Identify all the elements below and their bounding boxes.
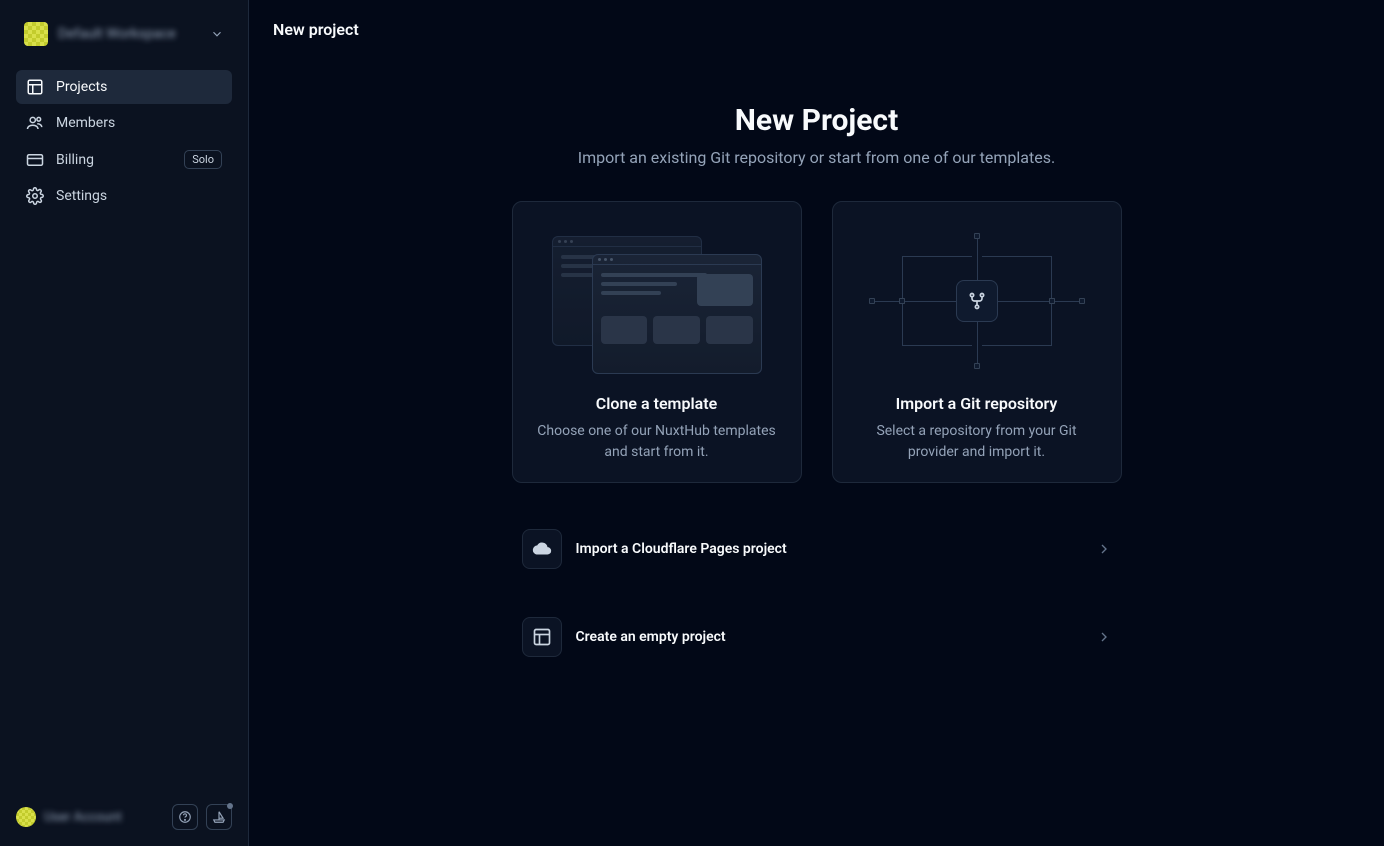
workspace-switcher[interactable]: Default Workspace bbox=[16, 16, 232, 52]
option-import-cloudflare[interactable]: Import a Cloudflare Pages project bbox=[512, 515, 1122, 583]
option-create-empty[interactable]: Create an empty project bbox=[512, 603, 1122, 671]
card-icon bbox=[26, 151, 44, 169]
user-avatar bbox=[16, 807, 36, 827]
card-desc: Choose one of our NuxtHub templates and … bbox=[531, 421, 783, 463]
hero-subtitle: Import an existing Git repository or sta… bbox=[467, 148, 1167, 167]
chevron-right-icon bbox=[1096, 629, 1112, 645]
chevron-right-icon bbox=[1096, 541, 1112, 557]
sidebar-nav: Projects Members Billing Solo Settings bbox=[16, 70, 232, 213]
workspace-name: Default Workspace bbox=[58, 26, 200, 42]
cloud-icon bbox=[522, 529, 562, 569]
sidebar-footer: User Account bbox=[16, 804, 232, 830]
chevron-down-icon bbox=[210, 27, 224, 41]
sidebar-item-label: Billing bbox=[56, 152, 94, 168]
card-desc: Select a repository from your Git provid… bbox=[851, 421, 1103, 463]
sidebar-item-members[interactable]: Members bbox=[16, 106, 232, 140]
sidebar-item-label: Projects bbox=[56, 79, 107, 95]
card-title: Import a Git repository bbox=[896, 394, 1058, 413]
hero: New Project Import an existing Git repos… bbox=[467, 103, 1167, 167]
layout-icon bbox=[26, 78, 44, 96]
sidebar-item-billing[interactable]: Billing Solo bbox=[16, 142, 232, 177]
user-chip[interactable]: User Account bbox=[16, 807, 164, 827]
page-title: New project bbox=[273, 20, 1360, 39]
sidebar-item-settings[interactable]: Settings bbox=[16, 179, 232, 213]
card-title: Clone a template bbox=[596, 394, 717, 413]
git-illustration bbox=[851, 226, 1103, 376]
sidebar-item-label: Members bbox=[56, 115, 115, 131]
sailboat-icon bbox=[212, 810, 226, 824]
hero-title: New Project bbox=[467, 103, 1167, 138]
user-name: User Account bbox=[44, 810, 122, 825]
workspace-avatar bbox=[24, 22, 48, 46]
template-illustration bbox=[531, 226, 783, 376]
help-icon bbox=[178, 810, 192, 824]
card-clone-template[interactable]: Clone a template Choose one of our NuxtH… bbox=[512, 201, 802, 483]
option-label: Import a Cloudflare Pages project bbox=[576, 541, 787, 557]
layout-icon bbox=[522, 617, 562, 657]
sidebar-item-label: Settings bbox=[56, 188, 107, 204]
option-label: Create an empty project bbox=[576, 629, 726, 645]
sidebar-item-projects[interactable]: Projects bbox=[16, 70, 232, 104]
users-icon bbox=[26, 114, 44, 132]
sidebar: Default Workspace Projects Members bbox=[0, 0, 249, 846]
changelog-button[interactable] bbox=[206, 804, 232, 830]
fork-icon bbox=[956, 280, 998, 322]
gear-icon bbox=[26, 187, 44, 205]
card-import-git[interactable]: Import a Git repository Select a reposit… bbox=[832, 201, 1122, 483]
help-button[interactable] bbox=[172, 804, 198, 830]
plan-badge: Solo bbox=[184, 150, 222, 169]
main-content: New project New Project Import an existi… bbox=[249, 0, 1384, 846]
